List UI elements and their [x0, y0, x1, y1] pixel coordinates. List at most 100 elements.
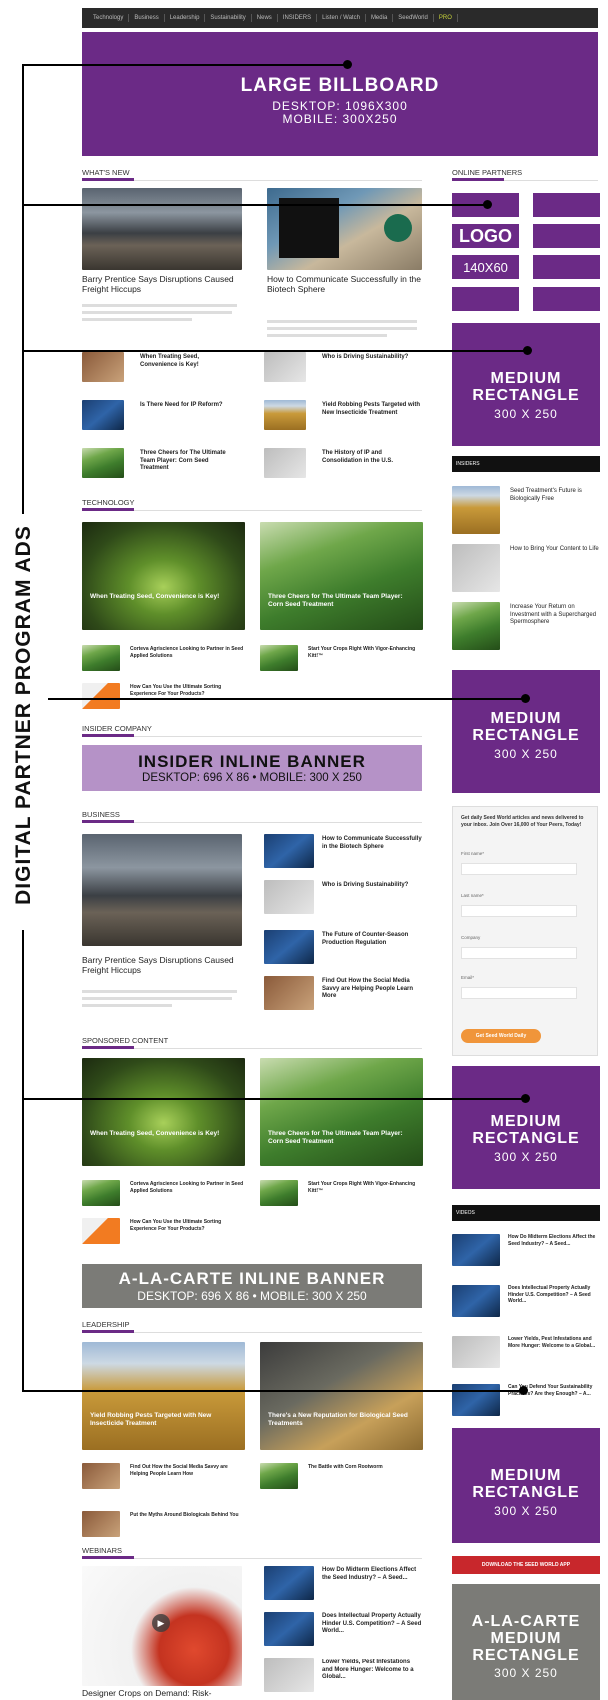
- nav-item[interactable]: Listen / Watch: [317, 14, 366, 22]
- article-thumb[interactable]: [82, 400, 124, 430]
- video-title[interactable]: Does Intellectual Property Actually Hind…: [508, 1285, 600, 1305]
- nav-item[interactable]: Sustainability: [205, 14, 252, 22]
- article-thumb[interactable]: [82, 1511, 120, 1537]
- article-title[interactable]: Three Cheers for The Ultimate Team Playe…: [140, 450, 235, 473]
- article-title[interactable]: Designer Crops on Demand: Risk-: [82, 1688, 252, 1698]
- article-title[interactable]: Is There Need for IP Reform?: [140, 402, 235, 410]
- article-thumb[interactable]: [82, 1463, 120, 1489]
- partner-logo-slot[interactable]: [533, 287, 600, 311]
- article-title[interactable]: Find Out How the Social Media Savvy are …: [322, 978, 422, 1001]
- partner-logo-slot[interactable]: 140X60: [452, 255, 519, 279]
- partner-logo-slot[interactable]: [533, 193, 600, 217]
- insider-inline-banner-ad[interactable]: INSIDER INLINE BANNER DESKTOP: 696 X 86 …: [82, 745, 422, 791]
- article-thumb[interactable]: [264, 448, 306, 478]
- article-thumb[interactable]: [264, 1658, 314, 1692]
- article-thumb[interactable]: [264, 834, 314, 868]
- article-thumb[interactable]: [260, 1180, 298, 1206]
- video-thumb[interactable]: [452, 1384, 500, 1416]
- article-title[interactable]: How Can You Use the Ultimate Sorting Exp…: [130, 1219, 245, 1232]
- article-thumb[interactable]: [264, 880, 314, 914]
- article-title[interactable]: How Can You Use the Ultimate Sorting Exp…: [130, 684, 245, 697]
- large-billboard-ad[interactable]: LARGE BILLBOARD DESKTOP: 1096X300 MOBILE…: [82, 32, 598, 156]
- alacarte-medium-rectangle-ad[interactable]: A-LA-CARTE MEDIUM RECTANGLE 300 X 250: [452, 1584, 600, 1700]
- video-thumb[interactable]: [452, 1234, 500, 1266]
- medium-rectangle-ad[interactable]: MEDIUM RECTANGLE 300 X 250: [452, 670, 600, 793]
- article-title[interactable]: When Treating Seed, Convenience is Key!: [90, 1130, 240, 1138]
- article-thumb[interactable]: [264, 400, 306, 430]
- article-title[interactable]: Put the Myths Around Biologicals Behind …: [130, 1512, 245, 1519]
- article-title[interactable]: Does Intellectual Property Actually Hind…: [322, 1613, 422, 1636]
- article-title[interactable]: When Treating Seed, Convenience is Key!: [90, 593, 240, 601]
- article-thumb[interactable]: [452, 544, 500, 592]
- nav-item[interactable]: News: [252, 14, 278, 22]
- article-title[interactable]: Start Your Crops Right With Vigor-Enhanc…: [308, 1181, 423, 1194]
- article-title[interactable]: Lower Yields, Pest Infestations and More…: [322, 1659, 422, 1689]
- article-thumb[interactable]: [264, 930, 314, 964]
- alacarte-inline-banner-ad[interactable]: A-LA-CARTE INLINE BANNER DESKTOP: 696 X …: [82, 1264, 422, 1308]
- video-thumb[interactable]: [452, 1285, 500, 1317]
- partner-logo-slot[interactable]: [533, 255, 600, 279]
- article-title[interactable]: How to Bring Your Content to Life: [510, 546, 600, 554]
- article-thumb[interactable]: [82, 645, 120, 671]
- company-field[interactable]: [461, 947, 577, 959]
- partner-logo-slot[interactable]: [452, 287, 519, 311]
- video-title[interactable]: Lower Yields, Pest Infestations and More…: [508, 1336, 600, 1349]
- article-title[interactable]: Barry Prentice Says Disruptions Caused F…: [82, 274, 242, 294]
- article-title[interactable]: Three Cheers for The Ultimate Team Playe…: [268, 1130, 418, 1146]
- article-image[interactable]: [260, 1058, 423, 1166]
- medium-rectangle-ad[interactable]: MEDIUM RECTANGLE 300 X 250: [452, 1066, 600, 1189]
- article-thumb[interactable]: [452, 486, 500, 534]
- article-thumb[interactable]: [264, 1612, 314, 1646]
- article-thumb[interactable]: [264, 976, 314, 1010]
- email-field[interactable]: [461, 987, 577, 999]
- article-title[interactable]: Corteva Agriscience Looking to Partner i…: [130, 646, 245, 659]
- article-title[interactable]: The History of IP and Consolidation in t…: [322, 450, 422, 465]
- subscribe-button[interactable]: Get Seed World Daily: [461, 1029, 541, 1043]
- article-title[interactable]: How to Communicate Successfully in the B…: [267, 274, 422, 294]
- article-title[interactable]: Who is Driving Sustainability?: [322, 354, 422, 362]
- article-thumb[interactable]: [82, 448, 124, 478]
- article-title[interactable]: Seed Treatment's Future is Biologically …: [510, 488, 600, 503]
- article-thumb[interactable]: [82, 352, 124, 382]
- nav-item[interactable]: Media: [366, 14, 394, 22]
- article-title[interactable]: Yield Robbing Pests Targeted with New In…: [90, 1412, 240, 1428]
- article-image[interactable]: [260, 1342, 423, 1450]
- article-thumb[interactable]: [264, 352, 306, 382]
- article-title[interactable]: The Battle with Corn Rootworm: [308, 1464, 423, 1471]
- article-title[interactable]: Find Out How the Social Media Savvy are …: [130, 1464, 245, 1477]
- play-icon[interactable]: ▶: [152, 1614, 170, 1632]
- article-thumb[interactable]: [260, 645, 298, 671]
- article-title[interactable]: Three Cheers for The Ultimate Team Playe…: [268, 593, 418, 609]
- article-title[interactable]: How to Communicate Successfully in the B…: [322, 836, 422, 851]
- article-title[interactable]: Start Your Crops Right With Vigor-Enhanc…: [308, 646, 423, 659]
- article-title[interactable]: Who is Driving Sustainability?: [322, 882, 422, 890]
- article-thumb[interactable]: [260, 1463, 298, 1489]
- article-image[interactable]: [82, 1342, 245, 1450]
- article-thumb[interactable]: [264, 1566, 314, 1600]
- video-thumb[interactable]: [452, 1336, 500, 1368]
- article-image[interactable]: [260, 522, 423, 630]
- article-title[interactable]: The Future of Counter-Season Production …: [322, 932, 422, 947]
- nav-item[interactable]: Technology: [88, 14, 130, 22]
- partner-logo-slot[interactable]: LOGO: [452, 224, 519, 248]
- video-title[interactable]: How Do Midterm Elections Affect the Seed…: [508, 1234, 600, 1247]
- article-title[interactable]: Yield Robbing Pests Targeted with New In…: [322, 402, 422, 417]
- article-title[interactable]: Corteva Agriscience Looking to Partner i…: [130, 1181, 245, 1194]
- partner-logo-slot[interactable]: [533, 224, 600, 248]
- article-title[interactable]: Increase Your Return on Investment with …: [510, 604, 600, 627]
- article-title[interactable]: There's a New Reputation for Biological …: [268, 1412, 418, 1428]
- first-name-field[interactable]: [461, 863, 577, 875]
- article-thumb[interactable]: [82, 1180, 120, 1206]
- article-image[interactable]: [82, 522, 245, 630]
- article-title[interactable]: When Treating Seed, Convenience is Key!: [140, 354, 235, 369]
- article-thumb[interactable]: [82, 683, 120, 709]
- nav-item[interactable]: Leadership: [165, 14, 206, 22]
- nav-item-pro[interactable]: PRO: [434, 14, 458, 22]
- article-thumb[interactable]: [82, 1218, 120, 1244]
- nav-item[interactable]: INSIDERS: [278, 14, 318, 22]
- article-title[interactable]: Barry Prentice Says Disruptions Caused F…: [82, 955, 242, 975]
- download-app-button[interactable]: DOWNLOAD THE SEED WORLD APP: [452, 1556, 600, 1574]
- article-title[interactable]: How Do Midterm Elections Affect the Seed…: [322, 1567, 422, 1582]
- article-image[interactable]: [82, 1058, 245, 1166]
- last-name-field[interactable]: [461, 905, 577, 917]
